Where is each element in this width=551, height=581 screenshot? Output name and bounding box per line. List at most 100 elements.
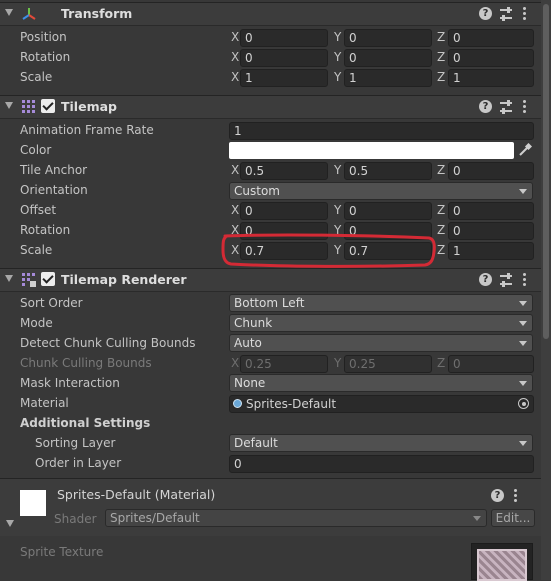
transform-axis-icon: [22, 8, 36, 20]
offset-y-field[interactable]: 0: [344, 202, 432, 220]
scrollbar[interactable]: [541, 0, 551, 580]
enabled-checkbox[interactable]: [41, 272, 55, 286]
rotation-label: Rotation: [20, 50, 71, 64]
rotation-z-field[interactable]: 0: [448, 49, 534, 67]
collapse-arrow-icon[interactable]: [5, 102, 13, 109]
object-picker-icon[interactable]: [518, 398, 529, 409]
orientation-dropdown[interactable]: Custom: [229, 182, 533, 200]
context-menu-icon[interactable]: [523, 100, 526, 114]
presets-icon[interactable]: [499, 6, 513, 22]
tilemap-grid-icon: [22, 100, 35, 113]
scrollbar-thumb[interactable]: [543, 4, 549, 339]
sprite-texture-slot[interactable]: [471, 543, 533, 581]
context-menu-icon[interactable]: [514, 489, 517, 503]
mask-interaction-label: Mask Interaction: [20, 376, 120, 390]
y-axis-label: Y: [334, 70, 342, 84]
y-axis-label: Y: [334, 30, 342, 44]
material-value: Sprites-Default: [246, 397, 337, 411]
tile-anchor-label: Tile Anchor: [20, 163, 88, 177]
detect-bounds-dropdown[interactable]: Auto: [229, 334, 533, 352]
rotation-label: Rotation: [20, 223, 71, 237]
sorting-layer-dropdown[interactable]: Default: [229, 434, 533, 452]
component-title: Transform: [61, 6, 133, 21]
transform-header[interactable]: Transform ?: [0, 2, 541, 26]
collapse-arrow-icon[interactable]: [5, 9, 13, 16]
chunk-bounds-y-field: 0.25: [344, 355, 432, 373]
tilemap-renderer-header[interactable]: Tilemap Renderer ?: [0, 268, 541, 292]
help-icon[interactable]: ?: [479, 7, 492, 20]
order-in-layer-field[interactable]: 0: [229, 455, 534, 473]
context-menu-icon[interactable]: [523, 7, 526, 21]
shader-value: Sprites/Default: [110, 511, 200, 525]
offset-label: Offset: [20, 203, 57, 217]
additional-settings-label: Additional Settings: [20, 416, 151, 430]
sprite-texture-label: Sprite Texture: [20, 545, 104, 559]
scale-label: Scale: [20, 70, 53, 84]
detect-bounds-value: Auto: [234, 336, 262, 350]
sort-order-value: Bottom Left: [234, 296, 305, 310]
eyedropper-icon[interactable]: [518, 143, 532, 157]
offset-z-field[interactable]: 0: [448, 202, 534, 220]
presets-icon[interactable]: [499, 272, 513, 288]
enabled-checkbox[interactable]: [41, 99, 55, 113]
annotation-highlight: [221, 233, 436, 268]
chunk-bounds-x-field: 0.25: [240, 355, 328, 373]
shader-dropdown[interactable]: Sprites/Default: [105, 509, 487, 527]
z-axis-label: Z: [437, 356, 446, 370]
sorting-layer-value: Default: [234, 436, 278, 450]
mask-interaction-dropdown[interactable]: None: [229, 374, 533, 392]
mode-dropdown[interactable]: Chunk: [229, 314, 533, 332]
tile-anchor-x-field[interactable]: 0.5: [240, 162, 328, 180]
chevron-down-icon: [519, 321, 527, 326]
chevron-down-icon: [519, 341, 527, 346]
position-label: Position: [20, 30, 67, 44]
context-menu-icon[interactable]: [523, 273, 526, 287]
chevron-down-icon: [519, 301, 527, 306]
material-title: Sprites-Default (Material): [57, 487, 216, 502]
help-icon[interactable]: ?: [491, 489, 504, 502]
offset-x-field[interactable]: 0: [240, 202, 328, 220]
position-y-field[interactable]: 0: [344, 29, 432, 47]
shader-edit-button[interactable]: Edit...: [491, 509, 535, 527]
z-axis-label: Z: [437, 163, 446, 177]
z-axis-label: Z: [437, 30, 446, 44]
rotation-y-field[interactable]: 0: [344, 49, 432, 67]
scale-x-field[interactable]: 1: [240, 69, 328, 87]
material-preview-thumbnail: [20, 490, 46, 516]
z-axis-label: Z: [437, 203, 446, 217]
shader-label: Shader: [54, 512, 97, 526]
help-icon[interactable]: ?: [479, 100, 492, 113]
y-axis-label: Y: [334, 203, 342, 217]
z-axis-label: Z: [437, 50, 446, 64]
component-title: Tilemap: [61, 99, 117, 114]
scale-y-field[interactable]: 1: [344, 69, 432, 87]
rotation-x-field[interactable]: 0: [240, 49, 328, 67]
scale-z-field[interactable]: 1: [448, 69, 534, 87]
orientation-value: Custom: [234, 184, 280, 198]
orientation-label: Orientation: [20, 183, 88, 197]
tilemap-header[interactable]: Tilemap ?: [0, 95, 541, 119]
help-icon[interactable]: ?: [479, 273, 492, 286]
position-z-field[interactable]: 0: [448, 29, 534, 47]
tile-anchor-y-field[interactable]: 0.5: [344, 162, 432, 180]
color-swatch[interactable]: [229, 142, 514, 159]
presets-icon[interactable]: [499, 99, 513, 115]
chevron-down-icon: [519, 189, 527, 194]
animation-frame-rate-label: Animation Frame Rate: [20, 123, 154, 137]
y-axis-label: Y: [334, 356, 342, 370]
collapse-arrow-icon[interactable]: [6, 520, 14, 527]
mode-value: Chunk: [234, 316, 273, 330]
collapse-arrow-icon[interactable]: [5, 275, 13, 282]
position-x-field[interactable]: 0: [240, 29, 328, 47]
scale-label: Scale: [20, 243, 53, 257]
material-field[interactable]: Sprites-Default: [229, 395, 534, 413]
chevron-down-icon: [473, 516, 481, 521]
component-title: Tilemap Renderer: [61, 272, 187, 287]
color-label: Color: [20, 143, 52, 157]
mode-label: Mode: [20, 316, 53, 330]
sort-order-dropdown[interactable]: Bottom Left: [229, 294, 533, 312]
tile-anchor-z-field[interactable]: 0: [448, 162, 534, 180]
animation-frame-rate-field[interactable]: 1: [229, 122, 534, 140]
tilemap-scale-z-field[interactable]: 1: [448, 242, 534, 260]
tilemap-rotation-z-field[interactable]: 0: [448, 222, 534, 240]
